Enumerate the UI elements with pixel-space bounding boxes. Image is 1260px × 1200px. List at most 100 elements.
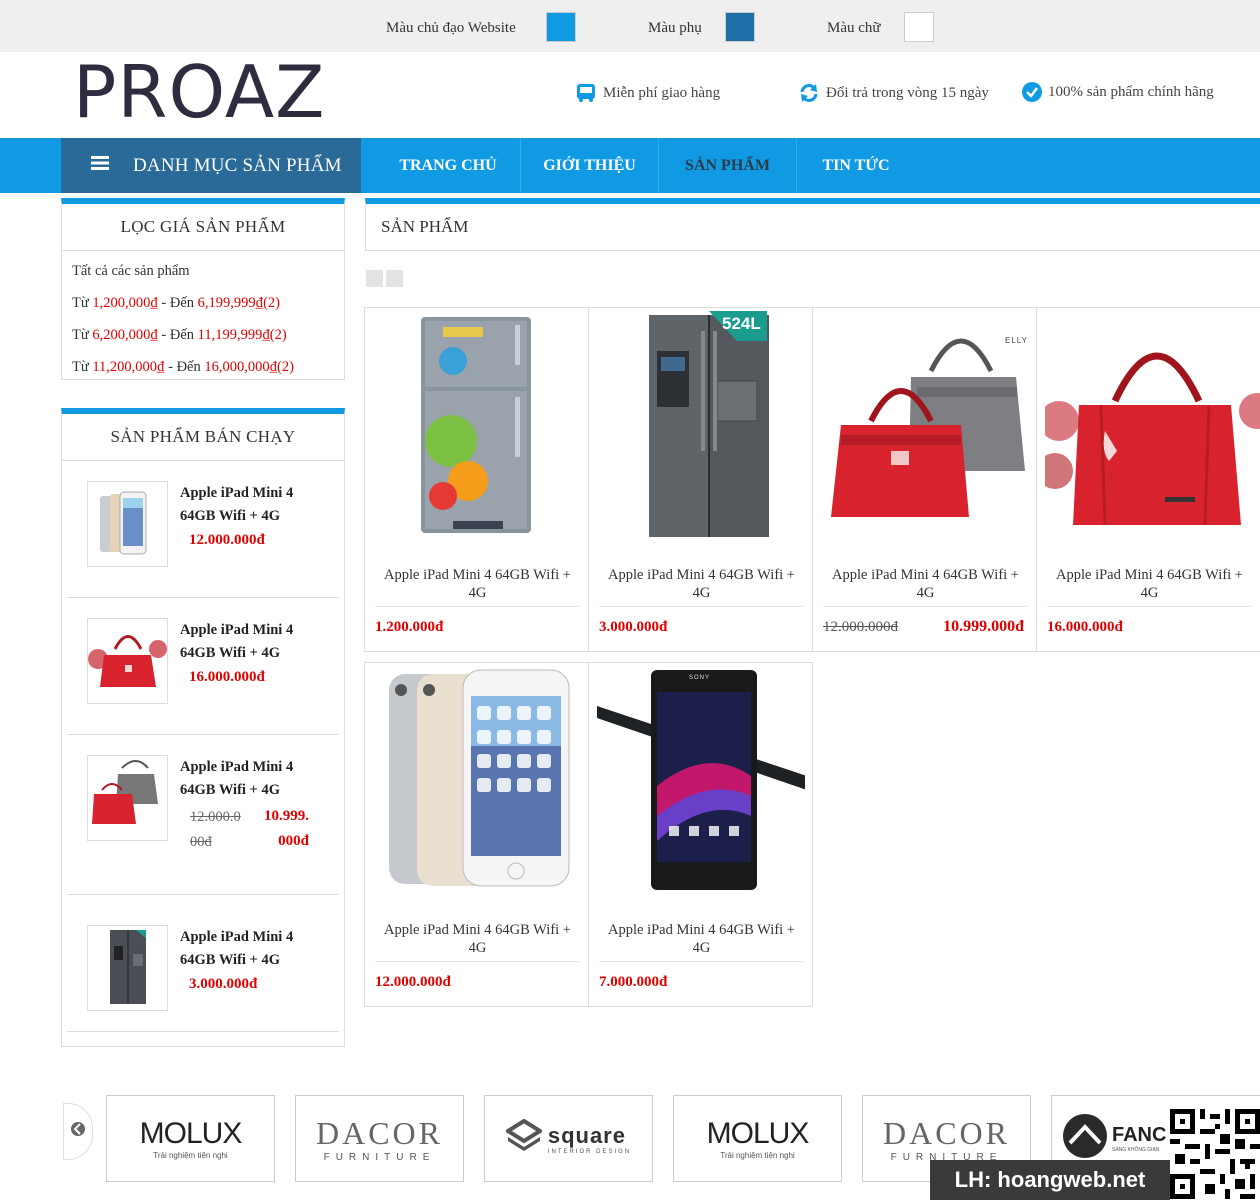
name-line: Apple iPad Mini 4 bbox=[180, 929, 294, 945]
product-image-sony-phone[interactable] bbox=[597, 666, 807, 901]
product-card[interactable]: Apple iPad Mini 4 64GB Wifi + 4G 12.000.… bbox=[364, 662, 589, 1007]
brand-logo[interactable]: MOLUX Trải nghiệm tiện nghi bbox=[106, 1095, 275, 1182]
product-name[interactable]: Apple iPad Mini 4 64GB Wifi + 4G bbox=[180, 619, 320, 665]
chevron-left-icon bbox=[71, 1119, 85, 1144]
price-line: 000đ bbox=[278, 833, 309, 849]
brand-mark: SONY bbox=[689, 675, 711, 681]
check-circle-icon bbox=[1022, 82, 1042, 102]
filter-range-2[interactable]: Từ 6,200,000₫ - Đến 11,199,999₫(2) bbox=[62, 319, 344, 351]
site-logo[interactable]: PROAZ bbox=[73, 56, 325, 128]
nav-item-news[interactable]: TIN TỨC bbox=[797, 138, 915, 193]
from-word: Từ bbox=[72, 359, 89, 375]
bus-icon bbox=[575, 82, 597, 104]
product-name[interactable]: Apple iPad Mini 4 64GB Wifi + 4G bbox=[1047, 566, 1252, 602]
slider-dot[interactable] bbox=[366, 270, 383, 287]
product-card[interactable]: SONY Apple iPad Mini 4 64GB Wifi + 4G 7.… bbox=[588, 662, 813, 1007]
from-word: Từ bbox=[72, 295, 89, 311]
name-line: 64GB Wifi + 4G bbox=[180, 645, 280, 661]
to-word: - Đến bbox=[161, 295, 195, 311]
bestseller-item[interactable]: Apple iPad Mini 4 64GB Wifi + 4G 12.000.… bbox=[67, 735, 339, 895]
divider bbox=[823, 606, 1028, 607]
product-name[interactable]: Apple iPad Mini 4 64GB Wifi + 4G bbox=[180, 756, 320, 802]
name-line: 64GB Wifi + 4G bbox=[180, 782, 280, 798]
refresh-icon bbox=[798, 82, 820, 104]
square-logo-icon bbox=[504, 1118, 544, 1158]
text-color-swatch[interactable] bbox=[904, 12, 934, 42]
brand-tagline: Trải nghiệm tiện nghi bbox=[720, 1151, 795, 1160]
brand-name: FANC bbox=[1112, 1124, 1167, 1146]
product-name[interactable]: Apple iPad Mini 4 64GB Wifi + 4G bbox=[599, 921, 804, 957]
product-thumbnail[interactable] bbox=[87, 925, 168, 1011]
brand-name: DACOR bbox=[882, 1114, 1010, 1151]
name-line: 64GB Wifi + 4G bbox=[180, 508, 280, 524]
brand-name: MOLUX bbox=[706, 1117, 810, 1150]
brand-name: DACOR bbox=[315, 1114, 443, 1151]
main-nav: DANH MỤC SẢN PHẨM TRANG CHỦ GIỚI THIỆU S… bbox=[0, 138, 1260, 193]
filter-range-3[interactable]: Từ 11,200,000₫ - Đến 16,000,000₫(2) bbox=[62, 351, 344, 383]
brand-logo[interactable]: square INTERIOR DESIGN bbox=[484, 1095, 653, 1182]
product-image-side-by-side-fridge[interactable] bbox=[597, 311, 805, 546]
brand-carousel-prev-button[interactable] bbox=[63, 1103, 93, 1160]
slider-dot[interactable] bbox=[386, 270, 403, 287]
product-card[interactable]: ELLY Apple iPad Mini 4 64GB Wifi + 4G 12… bbox=[812, 307, 1037, 652]
filter-range-1[interactable]: Từ 1,200,000₫ - Đến 6,199,999₫(2) bbox=[62, 287, 344, 319]
main-color-swatch[interactable] bbox=[546, 12, 576, 42]
bestsellers-box: SẢN PHẨM BÁN CHẠY Apple iPad Mini 4 64GB… bbox=[61, 408, 345, 1047]
brand-mark: ELLY bbox=[1005, 336, 1028, 345]
divider bbox=[1047, 606, 1252, 607]
category-menu-button[interactable]: DANH MỤC SẢN PHẨM bbox=[61, 138, 361, 193]
product-price: 3.000.000đ bbox=[189, 976, 258, 992]
product-price: 3.000.000đ bbox=[599, 619, 668, 635]
filter-all[interactable]: Tất cả các sản phẩm bbox=[62, 255, 344, 287]
bestseller-item[interactable]: Apple iPad Mini 4 64GB Wifi + 4G 3.000.0… bbox=[67, 895, 339, 1032]
product-card[interactable]: 524L Apple iPad Mini 4 64GB Wifi + 4G 3.… bbox=[588, 307, 813, 652]
product-image-red-handbag[interactable] bbox=[1037, 311, 1260, 546]
feature-label: 100% sản phẩm chính hãng bbox=[1048, 83, 1214, 100]
nav-item-products[interactable]: SẢN PHẨM bbox=[659, 138, 797, 193]
products-section-title: SẢN PHẨM bbox=[365, 198, 1260, 251]
product-thumbnail[interactable] bbox=[87, 481, 168, 567]
product-image-fridge[interactable] bbox=[373, 311, 581, 546]
product-name[interactable]: Apple iPad Mini 4 64GB Wifi + 4G bbox=[823, 566, 1028, 602]
price-filter-box: LỌC GIÁ SẢN PHẨM Tất cả các sản phẩm Từ … bbox=[61, 198, 345, 380]
menu-icon bbox=[91, 156, 109, 175]
from-word: Từ bbox=[72, 327, 89, 343]
brand-tagline: Trải nghiệm tiện nghi bbox=[153, 1151, 228, 1160]
to-value: 11,199,999₫(2) bbox=[197, 327, 287, 343]
product-thumbnail[interactable] bbox=[87, 618, 168, 704]
product-thumbnail[interactable] bbox=[87, 755, 168, 841]
product-image-handbags[interactable] bbox=[821, 311, 1029, 546]
from-value: 6,200,000₫ bbox=[92, 327, 158, 343]
divider bbox=[599, 961, 804, 962]
to-word: - Đến bbox=[168, 359, 201, 375]
brand-tagline: FURNITURE bbox=[323, 1151, 436, 1163]
product-price: 1.200.000đ bbox=[375, 619, 444, 635]
product-name[interactable]: Apple iPad Mini 4 64GB Wifi + 4G bbox=[180, 482, 320, 528]
product-price: 7.000.000đ bbox=[599, 974, 668, 990]
feature-genuine: 100% sản phẩm chính hãng bbox=[1022, 82, 1214, 102]
bestseller-item[interactable]: Apple iPad Mini 4 64GB Wifi + 4G 16.000.… bbox=[67, 598, 339, 735]
divider bbox=[375, 606, 580, 607]
nav-item-about[interactable]: GIỚI THIỆU bbox=[521, 138, 659, 193]
bestsellers-title: SẢN PHẨM BÁN CHẠY bbox=[62, 414, 344, 461]
product-card[interactable]: Apple iPad Mini 4 64GB Wifi + 4G 1.200.0… bbox=[364, 307, 589, 652]
brand-tagline: SÁNG KHÔNG GIAN bbox=[1112, 1147, 1160, 1153]
product-price: 12.000.000đ bbox=[375, 974, 451, 990]
product-image-iphone[interactable] bbox=[373, 666, 581, 901]
product-name[interactable]: Apple iPad Mini 4 64GB Wifi + 4G bbox=[375, 921, 580, 957]
secondary-color-swatch[interactable] bbox=[725, 12, 755, 42]
brand-logo[interactable]: DACOR FURNITURE bbox=[295, 1095, 464, 1182]
product-name[interactable]: Apple iPad Mini 4 64GB Wifi + 4G bbox=[375, 566, 580, 602]
product-price: 16.000.000đ bbox=[1047, 619, 1123, 635]
feature-label: Miễn phí giao hàng bbox=[603, 84, 721, 101]
brand-logo[interactable]: MOLUX Trải nghiệm tiện nghi bbox=[673, 1095, 842, 1182]
nav-item-home[interactable]: TRANG CHỦ bbox=[376, 138, 521, 193]
product-name[interactable]: Apple iPad Mini 4 64GB Wifi + 4G bbox=[599, 566, 804, 602]
product-old-price: 12.000.000đ bbox=[823, 619, 898, 635]
name-line: Apple iPad Mini 4 bbox=[180, 759, 294, 775]
product-name[interactable]: Apple iPad Mini 4 64GB Wifi + 4G bbox=[180, 926, 320, 972]
bestseller-item[interactable]: Apple iPad Mini 4 64GB Wifi + 4G 12.000.… bbox=[67, 461, 339, 598]
divider bbox=[375, 961, 580, 962]
name-line: 64GB Wifi + 4G bbox=[180, 952, 280, 968]
product-card[interactable]: Apple iPad Mini 4 64GB Wifi + 4G 16.000.… bbox=[1036, 307, 1260, 652]
